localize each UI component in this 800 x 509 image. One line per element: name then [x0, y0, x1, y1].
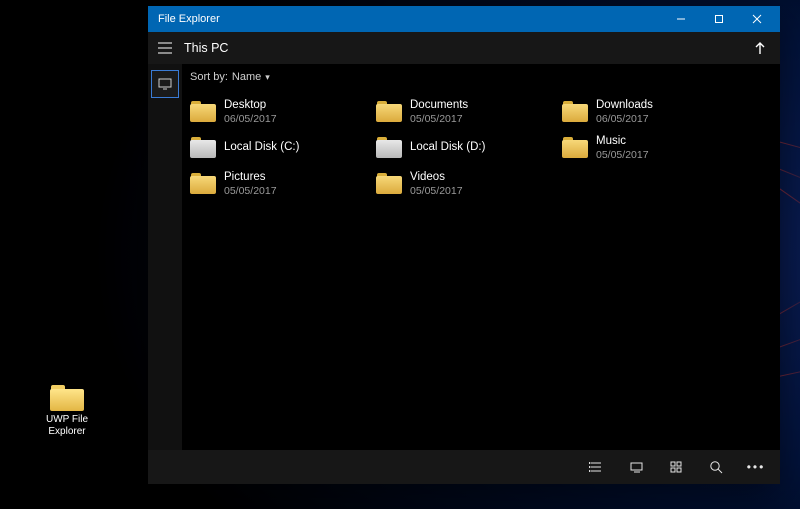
- desktop-shortcut-label: UWP File Explorer: [46, 414, 88, 437]
- item-name: Local Disk (D:): [410, 141, 485, 154]
- sidebar: [148, 64, 182, 450]
- breadcrumb[interactable]: This PC: [182, 41, 740, 55]
- hamburger-menu-button[interactable]: [148, 32, 182, 64]
- search-icon: [709, 460, 723, 474]
- item-meta: Videos05/05/2017: [410, 171, 463, 196]
- item-name: Videos: [410, 171, 463, 184]
- search-button[interactable]: [696, 450, 736, 484]
- list-item[interactable]: Local Disk (C:): [186, 130, 372, 166]
- folder-icon: [50, 385, 84, 411]
- up-button[interactable]: [740, 32, 780, 64]
- folder-icon: [562, 137, 588, 159]
- item-meta: Pictures05/05/2017: [224, 171, 277, 196]
- view-grid-button[interactable]: [656, 450, 696, 484]
- folder-icon: [190, 101, 216, 123]
- item-name: Pictures: [224, 171, 277, 184]
- item-date: 06/05/2017: [596, 113, 653, 125]
- ellipsis-icon: •••: [747, 460, 766, 474]
- sort-by-button[interactable]: Sort by: Name ▾: [182, 64, 780, 90]
- item-meta: Documents05/05/2017: [410, 99, 468, 124]
- content-area: Sort by: Name ▾ Desktop06/05/2017Documen…: [182, 64, 780, 450]
- item-name: Documents: [410, 99, 468, 112]
- list-item[interactable]: Downloads06/05/2017: [558, 94, 744, 130]
- titlebar[interactable]: File Explorer: [148, 6, 780, 32]
- close-button[interactable]: [738, 6, 776, 32]
- list-icon: [589, 461, 603, 473]
- item-meta: Music05/05/2017: [596, 135, 649, 160]
- folder-icon: [562, 101, 588, 123]
- tile-icon: [630, 462, 643, 473]
- folder-icon: [376, 101, 402, 123]
- item-meta: Downloads06/05/2017: [596, 99, 653, 124]
- more-button[interactable]: •••: [736, 450, 776, 484]
- item-date: 05/05/2017: [596, 149, 649, 161]
- bottom-command-bar: •••: [148, 450, 780, 484]
- hamburger-icon: [158, 42, 172, 54]
- item-date: 05/05/2017: [224, 185, 277, 197]
- item-grid: Desktop06/05/2017Documents05/05/2017Down…: [182, 90, 780, 450]
- minimize-button[interactable]: [662, 6, 700, 32]
- sort-field: Name: [232, 71, 261, 83]
- location-bar: This PC: [148, 32, 780, 64]
- item-name: Music: [596, 135, 649, 148]
- list-item[interactable]: Documents05/05/2017: [372, 94, 558, 130]
- window-title: File Explorer: [158, 13, 662, 25]
- arrow-up-icon: [754, 41, 766, 55]
- view-details-button[interactable]: [576, 450, 616, 484]
- app-badge-icon: [53, 398, 69, 410]
- item-date: 05/05/2017: [410, 185, 463, 197]
- folder-icon: [190, 173, 216, 195]
- sidebar-item-this-pc[interactable]: [151, 70, 179, 98]
- item-name: Local Disk (C:): [224, 141, 299, 154]
- chevron-down-icon: ▾: [265, 72, 270, 83]
- item-name: Downloads: [596, 99, 653, 112]
- list-item[interactable]: Local Disk (D:): [372, 130, 558, 166]
- sort-prefix: Sort by:: [190, 71, 228, 83]
- file-explorer-window: File Explorer This PC Sort by: Name: [148, 6, 780, 484]
- item-name: Desktop: [224, 99, 277, 112]
- this-pc-icon: [158, 78, 172, 90]
- item-date: 06/05/2017: [224, 113, 277, 125]
- item-meta: Local Disk (C:): [224, 141, 299, 154]
- list-item[interactable]: Music05/05/2017: [558, 130, 744, 166]
- body: Sort by: Name ▾ Desktop06/05/2017Documen…: [148, 64, 780, 450]
- folder-icon: [376, 173, 402, 195]
- item-meta: Local Disk (D:): [410, 141, 485, 154]
- item-date: 05/05/2017: [410, 113, 468, 125]
- item-meta: Desktop06/05/2017: [224, 99, 277, 124]
- view-tiles-button[interactable]: [616, 450, 656, 484]
- maximize-button[interactable]: [700, 6, 738, 32]
- grid-icon: [670, 461, 682, 473]
- desktop-shortcut-uwp-file-explorer[interactable]: UWP File Explorer: [36, 385, 98, 437]
- list-item[interactable]: Pictures05/05/2017: [186, 166, 372, 202]
- drive-icon: [190, 137, 216, 159]
- list-item[interactable]: Videos05/05/2017: [372, 166, 558, 202]
- list-item[interactable]: Desktop06/05/2017: [186, 94, 372, 130]
- drive-icon: [376, 137, 402, 159]
